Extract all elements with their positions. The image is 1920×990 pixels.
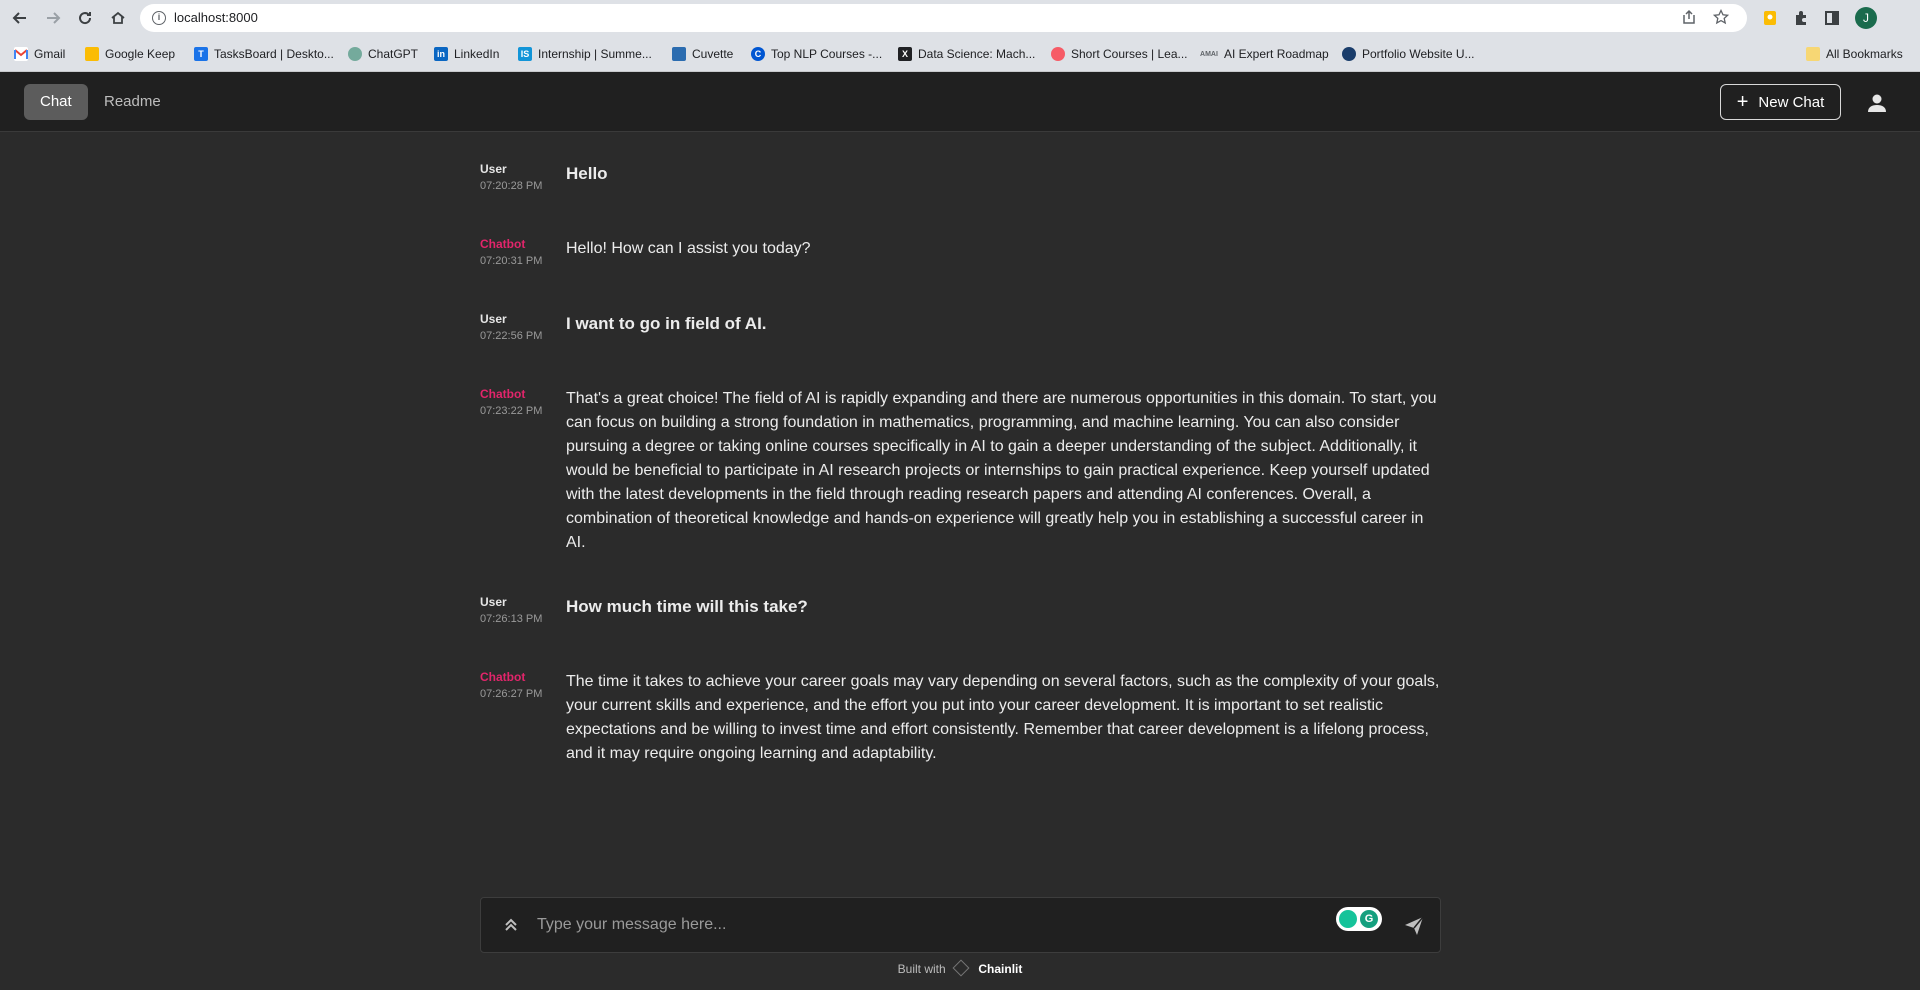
bookmark-chatgpt[interactable]: ChatGPT <box>348 44 418 64</box>
bookmark-label: Gmail <box>34 47 66 61</box>
bookmarks-bar: Gmail Google Keep T TasksBoard | Deskto.… <box>0 36 1920 72</box>
grammarly-widget[interactable]: G <box>1336 907 1382 931</box>
message-chatbot: Chatbot 07:20:31 PM Hello! How can I ass… <box>480 237 1440 312</box>
message-text: The time it takes to achieve your career… <box>566 673 1440 762</box>
bookmark-coursera[interactable]: C Top NLP Courses -... <box>751 44 882 64</box>
message-timestamp: 07:20:28 PM <box>480 180 543 192</box>
message-timestamp: 07:20:31 PM <box>480 255 543 267</box>
gmail-icon <box>14 47 28 61</box>
bookmark-cuvette[interactable]: Cuvette <box>672 44 733 64</box>
bookmark-label: Data Science: Mach... <box>918 47 1036 61</box>
ai-roadmap-icon: AMAI <box>1200 50 1218 58</box>
all-bookmarks[interactable]: All Bookmarks <box>1806 44 1903 64</box>
bookmark-label: Google Keep <box>105 47 176 61</box>
tasksboard-icon: T <box>194 47 208 61</box>
browser-toolbar: i localhost:8000 J <box>0 0 1920 36</box>
share-icon[interactable] <box>1680 9 1698 27</box>
built-with-text: Built with <box>897 962 946 976</box>
message-user: User 07:26:13 PM How much time will this… <box>480 595 1440 670</box>
url-text: localhost:8000 <box>174 10 258 25</box>
user-account-icon[interactable] <box>1866 92 1888 114</box>
bookmark-label: Internship | Summe... <box>538 47 652 61</box>
side-panel-icon[interactable] <box>1822 8 1842 28</box>
message-user: User 07:22:56 PM I want to go in field o… <box>480 312 1440 387</box>
cuvette-icon <box>672 47 686 61</box>
message-list: User 07:20:28 PM Hello Chatbot 07:20:31 … <box>480 162 1440 780</box>
message-author: User <box>480 312 507 326</box>
message-text: How much time will this take? <box>566 597 808 616</box>
bookmark-tasksboard[interactable]: T TasksBoard | Deskto... <box>194 44 334 64</box>
message-composer: Type your message here... G <box>480 897 1441 953</box>
coursera-icon: C <box>751 47 765 61</box>
bookmark-portfolio[interactable]: Portfolio Website U... <box>1342 44 1475 64</box>
address-bar[interactable]: i localhost:8000 <box>140 4 1747 32</box>
message-user: User 07:20:28 PM Hello <box>480 162 1440 237</box>
edx-icon: X <box>898 47 912 61</box>
app-header: Chat Readme + New Chat <box>0 72 1920 132</box>
portfolio-icon <box>1342 47 1356 61</box>
internshala-icon: IS <box>518 47 532 61</box>
bookmark-label: Portfolio Website U... <box>1362 47 1475 61</box>
all-bookmarks-label: All Bookmarks <box>1826 47 1903 61</box>
bookmark-gmail[interactable]: Gmail <box>14 44 65 64</box>
chevrons-up-icon[interactable] <box>501 915 521 935</box>
keep-icon <box>85 47 99 61</box>
message-text: Hello! How can I assist you today? <box>566 240 811 257</box>
message-text: I want to go in field of AI. <box>566 314 767 333</box>
message-chatbot: Chatbot 07:23:22 PM That's a great choic… <box>480 387 1440 595</box>
message-timestamp: 07:23:22 PM <box>480 405 543 417</box>
folder-icon <box>1806 47 1820 61</box>
forward-icon[interactable] <box>42 7 64 29</box>
new-chat-label: New Chat <box>1758 93 1825 111</box>
site-info-icon[interactable]: i <box>152 11 166 25</box>
bookmark-label: LinkedIn <box>454 47 500 61</box>
message-author: User <box>480 595 507 609</box>
bookmark-label: Short Courses | Lea... <box>1071 47 1188 61</box>
message-author: Chatbot <box>480 237 526 251</box>
message-author: User <box>480 162 507 176</box>
keep-extension-icon[interactable] <box>1760 8 1780 28</box>
bookmark-linkedin[interactable]: in LinkedIn <box>434 44 499 64</box>
bookmark-ai-roadmap[interactable]: AMAI AI Expert Roadmap <box>1200 44 1329 64</box>
deeplearning-icon <box>1051 47 1065 61</box>
chatgpt-icon <box>348 47 362 61</box>
back-icon[interactable] <box>9 7 31 29</box>
message-timestamp: 07:22:56 PM <box>480 330 543 342</box>
message-author: Chatbot <box>480 670 526 684</box>
message-timestamp: 07:26:13 PM <box>480 613 543 625</box>
linkedin-icon: in <box>434 47 448 61</box>
message-author: Chatbot <box>480 387 526 401</box>
bookmark-deeplearning[interactable]: Short Courses | Lea... <box>1051 44 1188 64</box>
chainlit-logo-icon <box>952 959 970 977</box>
bookmark-google-keep[interactable]: Google Keep <box>85 44 175 64</box>
bookmark-internshala[interactable]: IS Internship | Summe... <box>518 44 652 64</box>
bookmark-label: TasksBoard | Deskto... <box>214 47 334 61</box>
bookmark-label: AI Expert Roadmap <box>1224 47 1329 61</box>
bookmark-star-icon[interactable] <box>1712 8 1730 27</box>
plus-icon: + <box>1736 91 1749 113</box>
grammarly-icon: G <box>1360 910 1378 928</box>
bookmark-label: Cuvette <box>692 47 734 61</box>
bookmark-label: ChatGPT <box>368 47 419 61</box>
message-chatbot: Chatbot 07:26:27 PM The time it takes to… <box>480 670 1440 780</box>
message-input[interactable]: Type your message here... <box>537 916 726 934</box>
tab-chat[interactable]: Chat <box>24 84 88 120</box>
message-text: That's a great choice! The field of AI i… <box>566 390 1437 551</box>
message-timestamp: 07:26:27 PM <box>480 688 543 700</box>
extensions-puzzle-icon[interactable] <box>1791 8 1811 28</box>
tab-readme[interactable]: Readme <box>88 84 177 120</box>
home-icon[interactable] <box>107 7 129 29</box>
reload-icon[interactable] <box>74 7 96 29</box>
brand-name[interactable]: Chainlit <box>978 962 1022 976</box>
profile-avatar[interactable]: J <box>1855 7 1877 29</box>
send-icon[interactable] <box>1403 915 1425 937</box>
message-text: Hello <box>566 164 608 183</box>
footer: Built with Chainlit <box>0 959 1920 977</box>
grammarly-bulb-icon <box>1339 910 1357 928</box>
bookmark-label: Top NLP Courses -... <box>771 47 883 61</box>
bookmark-edx[interactable]: X Data Science: Mach... <box>898 44 1035 64</box>
new-chat-button[interactable]: + New Chat <box>1720 84 1841 120</box>
